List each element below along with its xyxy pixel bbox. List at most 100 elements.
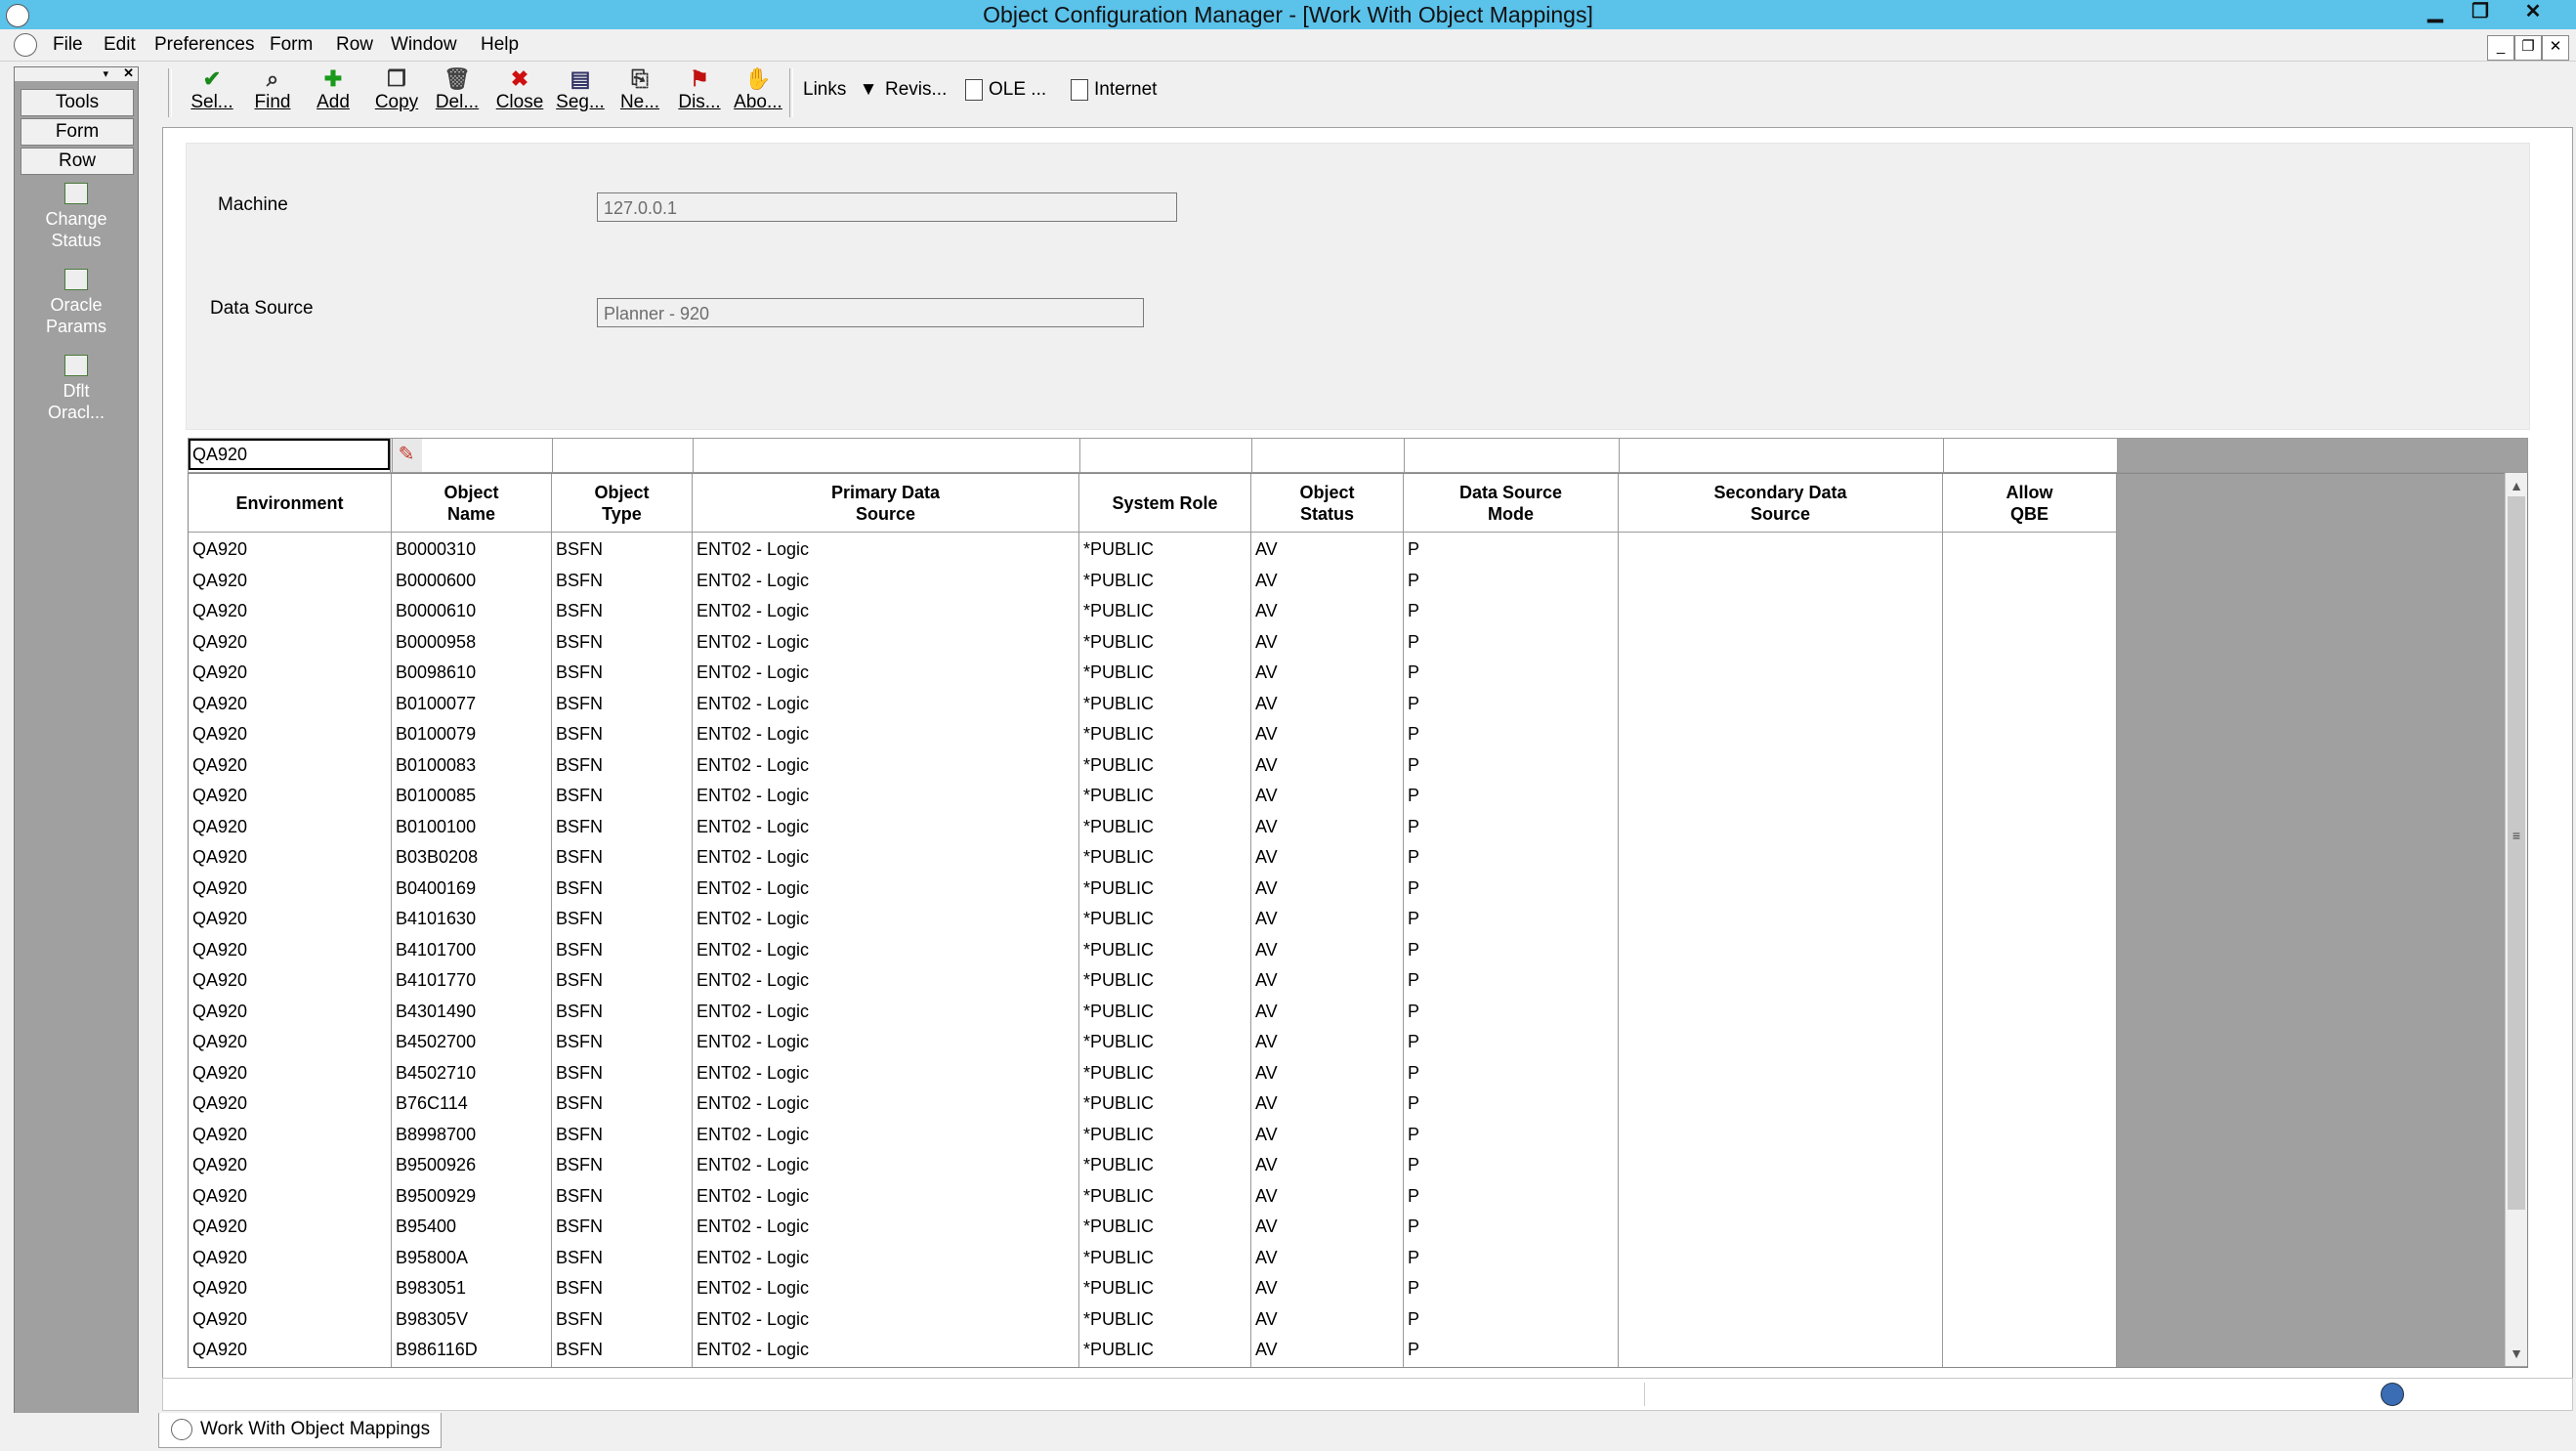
cell-environment[interactable]: QA920 — [189, 566, 392, 596]
table-row[interactable]: QA920 B0100083 BSFN ENT02 - Logic *PUBLIC AV P — [189, 750, 2117, 782]
cell-allow-qbe[interactable] — [1943, 1243, 2117, 1273]
machine-field[interactable]: 127.0.0.1 — [597, 192, 1177, 222]
side-item-dflt-oracle[interactable]: Dflt Oracl... — [15, 355, 138, 423]
globe-icon[interactable] — [2381, 1383, 2404, 1406]
cell-object-status[interactable]: AV — [1251, 719, 1404, 749]
side-tab-form[interactable]: Form — [21, 118, 134, 146]
ole-button[interactable]: OLE ... — [965, 78, 1046, 102]
cell-object-status[interactable]: AV — [1251, 997, 1404, 1027]
cell-object-type[interactable]: BSFN — [552, 1181, 693, 1212]
cell-object-type[interactable]: BSFN — [552, 596, 693, 626]
about-button[interactable]: ✋ Abo... — [733, 66, 783, 113]
cell-primary-data-source[interactable]: ENT02 - Logic — [693, 1027, 1079, 1057]
table-row[interactable]: QA920 B95400 BSFN ENT02 - Logic *PUBLIC AV P — [189, 1212, 2117, 1243]
cell-object-type[interactable]: BSFN — [552, 689, 693, 719]
cell-object-type[interactable]: BSFN — [552, 1058, 693, 1088]
cell-secondary-data-source[interactable] — [1619, 1335, 1943, 1365]
menu-form[interactable]: Form — [268, 32, 315, 58]
cell-object-type[interactable]: BSFN — [552, 566, 693, 596]
cell-data-source-mode[interactable]: P — [1404, 1304, 1619, 1335]
side-panel-close-icon[interactable]: ✕ — [123, 65, 134, 81]
cell-object-status[interactable]: AV — [1251, 658, 1404, 688]
cell-secondary-data-source[interactable] — [1619, 812, 1943, 842]
scroll-thumb[interactable] — [2508, 496, 2525, 1210]
cell-secondary-data-source[interactable] — [1619, 1058, 1943, 1088]
cell-system-role[interactable]: *PUBLIC — [1079, 1273, 1251, 1303]
cell-object-status[interactable]: AV — [1251, 1335, 1404, 1365]
cell-data-source-mode[interactable]: P — [1404, 596, 1619, 626]
cell-object-type[interactable]: BSFN — [552, 1304, 693, 1335]
cell-object-type[interactable]: BSFN — [552, 534, 693, 565]
cell-environment[interactable]: QA920 — [189, 1243, 392, 1273]
cell-object-name[interactable]: B0098610 — [392, 658, 552, 688]
cell-object-name[interactable]: B4101630 — [392, 904, 552, 934]
cell-data-source-mode[interactable]: P — [1404, 750, 1619, 781]
cell-secondary-data-source[interactable] — [1619, 1150, 1943, 1180]
cell-object-status[interactable]: AV — [1251, 1058, 1404, 1088]
mdi-close-button[interactable]: ✕ — [2542, 35, 2569, 61]
cell-secondary-data-source[interactable] — [1619, 935, 1943, 965]
links-menu[interactable]: Links ▼ — [803, 78, 877, 102]
cell-data-source-mode[interactable]: P — [1404, 904, 1619, 934]
cell-system-role[interactable]: *PUBLIC — [1079, 750, 1251, 781]
cell-environment[interactable]: QA920 — [189, 1335, 392, 1365]
table-row[interactable]: QA920 B98305V BSFN ENT02 - Logic *PUBLIC AV P — [189, 1304, 2117, 1336]
cell-environment[interactable]: QA920 — [189, 1058, 392, 1088]
menu-row[interactable]: Row — [334, 32, 375, 58]
cell-object-name[interactable]: B4502700 — [392, 1027, 552, 1057]
table-row[interactable]: QA920 B0000958 BSFN ENT02 - Logic *PUBLIC AV P — [189, 627, 2117, 659]
cell-allow-qbe[interactable] — [1943, 1027, 2117, 1057]
mdi-minimize-button[interactable]: _ — [2487, 35, 2514, 61]
cell-object-name[interactable]: B4101700 — [392, 935, 552, 965]
scroll-down-icon[interactable]: ▼ — [2506, 1343, 2527, 1364]
cell-system-role[interactable]: *PUBLIC — [1079, 1150, 1251, 1180]
cell-system-role[interactable]: *PUBLIC — [1079, 812, 1251, 842]
table-row[interactable]: QA920 B9500926 BSFN ENT02 - Logic *PUBLIC AV P — [189, 1150, 2117, 1181]
cell-environment[interactable]: QA920 — [189, 1212, 392, 1242]
cell-environment[interactable]: QA920 — [189, 534, 392, 565]
cell-object-type[interactable]: BSFN — [552, 1150, 693, 1180]
cell-secondary-data-source[interactable] — [1619, 997, 1943, 1027]
cell-data-source-mode[interactable]: P — [1404, 1181, 1619, 1212]
cell-primary-data-source[interactable]: ENT02 - Logic — [693, 750, 1079, 781]
cell-primary-data-source[interactable]: ENT02 - Logic — [693, 904, 1079, 934]
copy-button[interactable]: ❐ Copy — [369, 66, 424, 113]
cell-allow-qbe[interactable] — [1943, 750, 2117, 781]
cell-object-type[interactable]: BSFN — [552, 842, 693, 873]
cell-object-status[interactable]: AV — [1251, 1150, 1404, 1180]
cell-data-source-mode[interactable]: P — [1404, 1212, 1619, 1242]
table-row[interactable]: QA920 B4101770 BSFN ENT02 - Logic *PUBLIC AV P — [189, 965, 2117, 997]
cell-system-role[interactable]: *PUBLIC — [1079, 1212, 1251, 1242]
add-button[interactable]: ✚ Add — [309, 66, 358, 113]
cell-object-type[interactable]: BSFN — [552, 935, 693, 965]
cell-environment[interactable]: QA920 — [189, 1181, 392, 1212]
cell-allow-qbe[interactable] — [1943, 935, 2117, 965]
cell-allow-qbe[interactable] — [1943, 1181, 2117, 1212]
menu-window[interactable]: Window — [389, 32, 459, 58]
cell-secondary-data-source[interactable] — [1619, 1088, 1943, 1119]
grid-vertical-scrollbar[interactable]: ▲ ≡ ▼ — [2505, 473, 2527, 1366]
cell-allow-qbe[interactable] — [1943, 1304, 2117, 1335]
cell-object-type[interactable]: BSFN — [552, 997, 693, 1027]
cell-object-name[interactable]: B8998700 — [392, 1120, 552, 1150]
cell-data-source-mode[interactable]: P — [1404, 1243, 1619, 1273]
revisions-button[interactable]: Revis... — [885, 78, 947, 102]
cell-secondary-data-source[interactable] — [1619, 719, 1943, 749]
document-icon[interactable] — [14, 33, 37, 57]
cell-allow-qbe[interactable] — [1943, 1335, 2117, 1365]
cell-data-source-mode[interactable]: P — [1404, 719, 1619, 749]
cell-data-source-mode[interactable]: P — [1404, 812, 1619, 842]
cell-secondary-data-source[interactable] — [1619, 596, 1943, 626]
menu-edit[interactable]: Edit — [102, 32, 138, 58]
cell-object-status[interactable]: AV — [1251, 596, 1404, 626]
cell-object-name[interactable]: B4502710 — [392, 1058, 552, 1088]
cell-object-status[interactable]: AV — [1251, 750, 1404, 781]
cell-system-role[interactable]: *PUBLIC — [1079, 1120, 1251, 1150]
cell-object-status[interactable]: AV — [1251, 1027, 1404, 1057]
cell-primary-data-source[interactable]: ENT02 - Logic — [693, 842, 1079, 873]
cell-object-type[interactable]: BSFN — [552, 965, 693, 996]
side-panel-pin-icon[interactable]: ▾ — [103, 67, 108, 80]
cell-data-source-mode[interactable]: P — [1404, 1335, 1619, 1365]
cell-environment[interactable]: QA920 — [189, 935, 392, 965]
table-row[interactable]: QA920 B0000610 BSFN ENT02 - Logic *PUBLIC AV P — [189, 596, 2117, 627]
